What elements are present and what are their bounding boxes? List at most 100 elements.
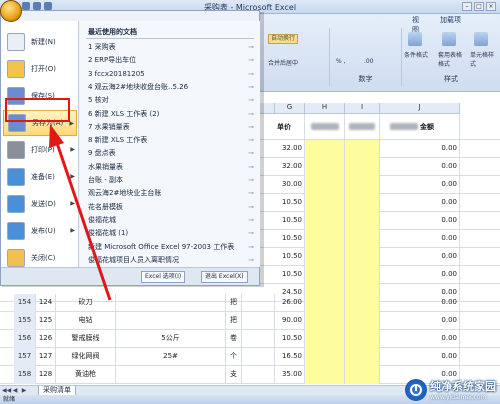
conditional-format-label[interactable]: 条件格式 xyxy=(404,50,434,59)
cell-h[interactable] xyxy=(305,158,345,176)
menu-item-new[interactable]: 新建(N) xyxy=(3,29,77,55)
cell-i[interactable] xyxy=(345,366,380,384)
amount-cell[interactable]: 0.00 xyxy=(380,140,460,158)
unit-price-cell[interactable]: 10.50 xyxy=(275,330,305,348)
cell-h[interactable] xyxy=(305,330,345,348)
recent-document-item[interactable]: 2 ERP导出车位 ⊸ xyxy=(88,54,256,67)
qty-cell[interactable] xyxy=(242,366,275,384)
recent-document-item[interactable]: 俊福花城 (1) ⊸ xyxy=(88,227,256,240)
next-sheet-icon[interactable]: ▶ xyxy=(20,386,28,395)
pin-icon[interactable]: ⊸ xyxy=(248,174,254,187)
unit-price-cell[interactable]: 30.00 xyxy=(275,176,305,194)
spec-cell[interactable] xyxy=(116,294,226,312)
cell-i[interactable] xyxy=(345,140,380,158)
recent-document-item[interactable]: 6 新建 XLS 工作表 (2) ⊸ xyxy=(88,108,256,121)
pin-icon[interactable]: ⊸ xyxy=(248,68,254,81)
first-sheet-icon[interactable]: ◀◀ xyxy=(2,386,11,395)
amount-cell[interactable]: 0.00 xyxy=(380,248,460,266)
recent-document-item[interactable]: 水果销量表 ⊸ xyxy=(88,161,256,174)
row-number[interactable]: 154 xyxy=(14,294,36,312)
index-cell[interactable]: 124 xyxy=(36,294,56,312)
cell-h[interactable] xyxy=(305,266,345,284)
cell-i[interactable] xyxy=(345,330,380,348)
item-name-cell[interactable]: 砍刀 xyxy=(56,294,116,312)
cell-i[interactable] xyxy=(345,266,380,284)
cell-i[interactable] xyxy=(345,348,380,366)
cell-h[interactable] xyxy=(305,366,345,384)
item-name-cell[interactable]: 绿化网阀 xyxy=(56,348,116,366)
cell-style-label[interactable]: 单元格样式 xyxy=(470,50,498,68)
cell-i[interactable] xyxy=(345,312,380,330)
recent-document-item[interactable]: 花名册模板 ⊸ xyxy=(88,201,256,214)
percent-format-button[interactable]: % , xyxy=(336,58,346,65)
unit-price-cell[interactable]: 32.00 xyxy=(275,158,305,176)
pin-icon[interactable]: ⊸ xyxy=(248,134,254,147)
pin-icon[interactable]: ⊸ xyxy=(248,108,254,121)
amount-cell[interactable]: 0.00 xyxy=(380,294,460,312)
row-number[interactable]: 157 xyxy=(14,348,36,366)
pin-icon[interactable]: ⊸ xyxy=(248,81,254,94)
unit-price-cell[interactable]: 10.50 xyxy=(275,230,305,248)
recent-document-item[interactable]: 5 核对 ⊸ xyxy=(88,94,256,107)
pin-icon[interactable]: ⊸ xyxy=(248,54,254,67)
amount-cell[interactable]: 0.00 xyxy=(380,312,460,330)
cell-h[interactable] xyxy=(305,230,345,248)
column-header-g[interactable]: G xyxy=(275,103,305,114)
index-cell[interactable]: 128 xyxy=(36,366,56,384)
cell-h[interactable] xyxy=(305,194,345,212)
unit-cell[interactable]: 个 xyxy=(226,348,242,366)
qty-cell[interactable] xyxy=(242,330,275,348)
cell-style-icon[interactable] xyxy=(474,32,488,46)
pin-icon[interactable]: ⊸ xyxy=(248,254,254,267)
amount-cell[interactable]: 0.00 xyxy=(380,176,460,194)
pin-icon[interactable]: ⊸ xyxy=(248,214,254,227)
column-header-j[interactable]: J xyxy=(380,103,460,114)
unit-price-cell[interactable]: 35.00 xyxy=(275,366,305,384)
unit-price-header[interactable]: 单价 xyxy=(275,114,305,140)
amount-cell[interactable]: 0.00 xyxy=(380,212,460,230)
amount-cell[interactable]: 0.00 xyxy=(380,158,460,176)
pin-icon[interactable]: ⊸ xyxy=(248,201,254,214)
cell-h-header[interactable] xyxy=(305,114,345,140)
qty-cell[interactable] xyxy=(242,348,275,366)
index-cell[interactable]: 127 xyxy=(36,348,56,366)
cell-i[interactable] xyxy=(345,194,380,212)
recent-document-item[interactable]: 3 fccx20181205 ⊸ xyxy=(88,68,256,81)
cell-h[interactable] xyxy=(305,248,345,266)
recent-document-item[interactable]: 新建 Microsoft Office Excel 97-2003 工作表 ⊸ xyxy=(88,241,256,254)
pin-icon[interactable]: ⊸ xyxy=(248,241,254,254)
conditional-format-icon[interactable] xyxy=(408,32,422,46)
amount-cell[interactable]: 0.00 xyxy=(380,230,460,248)
cell-h[interactable] xyxy=(305,294,345,312)
unit-price-cell[interactable]: 10.50 xyxy=(275,248,305,266)
menu-item-prepare[interactable]: 准备(E) ▶ xyxy=(3,164,77,190)
close-icon[interactable]: × xyxy=(486,2,496,11)
spec-cell[interactable]: 25# xyxy=(116,348,226,366)
format-table-label[interactable]: 套用表格格式 xyxy=(438,50,466,68)
recent-document-item[interactable]: 4 观云海2#地块收盘台账..5.26 ⊸ xyxy=(88,81,256,94)
recent-document-item[interactable]: 观云海2#地块业主台账 ⊸ xyxy=(88,187,256,200)
unit-price-cell[interactable]: 10.50 xyxy=(275,194,305,212)
minimize-icon[interactable]: – xyxy=(462,2,472,11)
pin-icon[interactable]: ⊸ xyxy=(248,121,254,134)
spec-cell[interactable] xyxy=(116,312,226,330)
unit-cell[interactable]: 支 xyxy=(226,366,242,384)
excel-options-button[interactable]: Excel 选项(I) xyxy=(141,271,186,283)
recent-document-item[interactable]: 1 采购表 ⊸ xyxy=(88,41,256,54)
unit-price-cell[interactable]: 16.50 xyxy=(275,348,305,366)
cell-i[interactable] xyxy=(345,248,380,266)
cell-h[interactable] xyxy=(305,140,345,158)
unit-price-cell[interactable]: 10.50 xyxy=(275,212,305,230)
index-cell[interactable]: 125 xyxy=(36,312,56,330)
cell-h[interactable] xyxy=(305,348,345,366)
item-name-cell[interactable]: 黄油枪 xyxy=(56,366,116,384)
tab-addins[interactable]: 加载项 xyxy=(440,15,461,25)
recent-document-item[interactable]: 台账 - 副本 ⊸ xyxy=(88,174,256,187)
format-table-icon[interactable] xyxy=(442,32,456,46)
pin-icon[interactable]: ⊸ xyxy=(248,94,254,107)
cell-h[interactable] xyxy=(305,212,345,230)
cell-i[interactable] xyxy=(345,212,380,230)
amount-cell[interactable]: 0.00 xyxy=(380,194,460,212)
recent-document-item[interactable]: 9 盘点表 ⊸ xyxy=(88,147,256,160)
column-header-i[interactable]: I xyxy=(345,103,380,114)
